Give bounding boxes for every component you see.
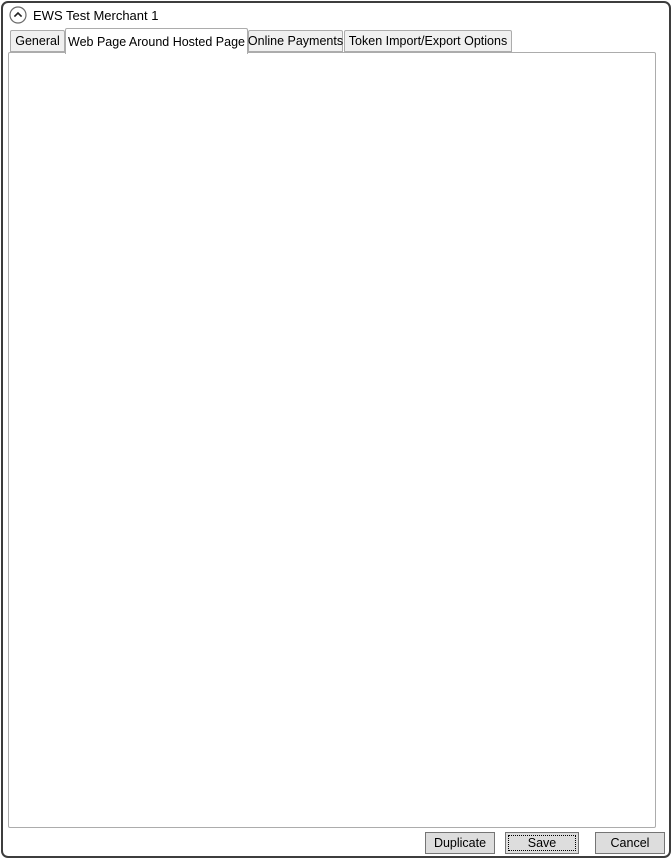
tab-token-import-export[interactable]: Token Import/Export Options — [344, 30, 512, 52]
tab-online-payments-label: Online Payments — [248, 34, 343, 48]
tab-general-label: General — [15, 34, 59, 48]
page-title: EWS Test Merchant 1 — [33, 8, 158, 23]
tab-page-panel — [8, 52, 656, 828]
chevron-up-circle-icon — [9, 11, 27, 28]
tab-general[interactable]: General — [10, 30, 65, 52]
tab-web-page-label: Web Page Around Hosted Page — [68, 35, 245, 49]
tab-token-import-export-label: Token Import/Export Options — [349, 34, 507, 48]
collapse-expander-button[interactable] — [9, 6, 27, 24]
tab-web-page-around-hosted-page[interactable]: Web Page Around Hosted Page — [65, 28, 248, 54]
cancel-button[interactable]: Cancel — [595, 832, 665, 854]
tab-online-payments[interactable]: Online Payments — [248, 30, 343, 52]
save-button[interactable]: Save — [505, 832, 579, 854]
duplicate-button[interactable]: Duplicate — [425, 832, 495, 854]
